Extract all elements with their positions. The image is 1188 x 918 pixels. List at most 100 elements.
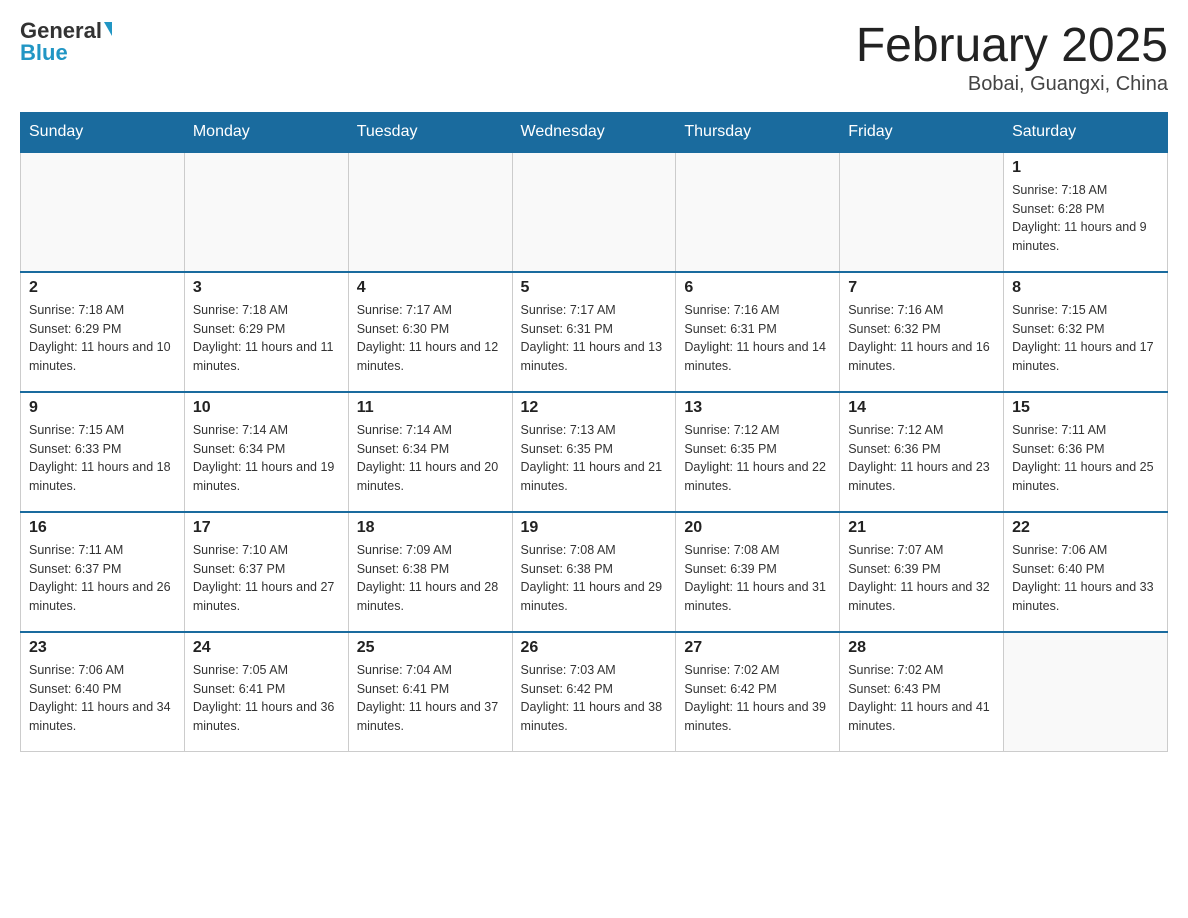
day-number: 8 [1012, 279, 1159, 297]
day-number: 14 [848, 399, 995, 417]
day-info: Sunrise: 7:04 AMSunset: 6:41 PMDaylight:… [357, 661, 504, 736]
calendar-cell: 6Sunrise: 7:16 AMSunset: 6:31 PMDaylight… [676, 272, 840, 392]
day-info: Sunrise: 7:10 AMSunset: 6:37 PMDaylight:… [193, 541, 340, 616]
day-of-week-header: Sunday [21, 112, 185, 152]
calendar-cell: 10 Sunrise: 7:14 AMSunset: 6:34 PMDayligh… [184, 392, 348, 512]
day-info: Sunrise: 7:06 AMSunset: 6:40 PMDaylight:… [1012, 541, 1159, 616]
calendar-cell: 22 Sunrise: 7:06 AMSunset: 6:40 PMDayligh… [1004, 512, 1168, 632]
week-row: 1 Sunrise: 7:18 AMSunset: 6:28 PMDaylight… [21, 152, 1168, 272]
calendar-cell: 2 Sunrise: 7:18 AMSunset: 6:29 PMDaylight… [21, 272, 185, 392]
calendar-cell: 28 Sunrise: 7:02 AMSunset: 6:43 PMDayligh… [840, 632, 1004, 752]
calendar-cell: 26 Sunrise: 7:03 AMSunset: 6:42 PMDayligh… [512, 632, 676, 752]
day-number: 18 [357, 519, 504, 537]
calendar-cell: 9 Sunrise: 7:15 AMSunset: 6:33 PMDaylight… [21, 392, 185, 512]
day-info: Sunrise: 7:09 AMSunset: 6:38 PMDaylight:… [357, 541, 504, 616]
day-number: 4 [357, 279, 504, 297]
day-of-week-header: Saturday [1004, 112, 1168, 152]
day-number: 2 [29, 279, 176, 297]
day-info: Sunrise: 7:07 AMSunset: 6:39 PMDaylight:… [848, 541, 995, 616]
day-info: Sunrise: 7:14 AMSunset: 6:34 PMDaylight:… [193, 421, 340, 496]
day-number: 28 [848, 639, 995, 657]
day-info: Sunrise: 7:12 AMSunset: 6:36 PMDaylight:… [848, 421, 995, 496]
day-number: 19 [521, 519, 668, 537]
calendar-cell: 1 Sunrise: 7:18 AMSunset: 6:28 PMDaylight… [1004, 152, 1168, 272]
day-info: Sunrise: 7:02 AMSunset: 6:43 PMDaylight:… [848, 661, 995, 736]
day-info: Sunrise: 7:03 AMSunset: 6:42 PMDaylight:… [521, 661, 668, 736]
day-of-week-header: Tuesday [348, 112, 512, 152]
day-info: Sunrise: 7:14 AMSunset: 6:34 PMDaylight:… [357, 421, 504, 496]
page-header: General Blue February 2025 Bobai, Guangx… [20, 20, 1168, 96]
day-number: 22 [1012, 519, 1159, 537]
day-number: 5 [521, 279, 668, 297]
day-info: Sunrise: 7:11 AMSunset: 6:37 PMDaylight:… [29, 541, 176, 616]
week-row: 9 Sunrise: 7:15 AMSunset: 6:33 PMDaylight… [21, 392, 1168, 512]
calendar-cell [184, 152, 348, 272]
day-number: 9 [29, 399, 176, 417]
day-info: Sunrise: 7:02 AMSunset: 6:42 PMDaylight:… [684, 661, 831, 736]
day-info: Sunrise: 7:16 AMSunset: 6:31 PMDaylight:… [684, 301, 831, 376]
month-title: February 2025 [856, 20, 1168, 73]
calendar-cell: 25 Sunrise: 7:04 AMSunset: 6:41 PMDayligh… [348, 632, 512, 752]
calendar-cell: 3 Sunrise: 7:18 AMSunset: 6:29 PMDaylight… [184, 272, 348, 392]
calendar-cell [676, 152, 840, 272]
calendar-cell: 12 Sunrise: 7:13 AMSunset: 6:35 PMDayligh… [512, 392, 676, 512]
logo: General Blue [20, 20, 112, 64]
title-block: February 2025 Bobai, Guangxi, China [856, 20, 1168, 96]
day-info: Sunrise: 7:06 AMSunset: 6:40 PMDaylight:… [29, 661, 176, 736]
day-number: 20 [684, 519, 831, 537]
day-number: 25 [357, 639, 504, 657]
day-of-week-header: Thursday [676, 112, 840, 152]
calendar-cell: 8Sunrise: 7:15 AMSunset: 6:32 PMDaylight… [1004, 272, 1168, 392]
calendar-cell: 15Sunrise: 7:11 AMSunset: 6:36 PMDayligh… [1004, 392, 1168, 512]
day-info: Sunrise: 7:05 AMSunset: 6:41 PMDaylight:… [193, 661, 340, 736]
calendar-cell [348, 152, 512, 272]
day-info: Sunrise: 7:18 AMSunset: 6:29 PMDaylight:… [29, 301, 176, 376]
day-info: Sunrise: 7:18 AMSunset: 6:29 PMDaylight:… [193, 301, 340, 376]
day-number: 1 [1012, 159, 1159, 177]
day-info: Sunrise: 7:08 AMSunset: 6:39 PMDaylight:… [684, 541, 831, 616]
day-number: 10 [193, 399, 340, 417]
logo-blue-text: Blue [20, 42, 68, 64]
day-info: Sunrise: 7:13 AMSunset: 6:35 PMDaylight:… [521, 421, 668, 496]
day-number: 21 [848, 519, 995, 537]
day-number: 16 [29, 519, 176, 537]
day-info: Sunrise: 7:15 AMSunset: 6:33 PMDaylight:… [29, 421, 176, 496]
calendar-cell: 20 Sunrise: 7:08 AMSunset: 6:39 PMDayligh… [676, 512, 840, 632]
calendar-cell: 24 Sunrise: 7:05 AMSunset: 6:41 PMDayligh… [184, 632, 348, 752]
calendar-cell: 21 Sunrise: 7:07 AMSunset: 6:39 PMDayligh… [840, 512, 1004, 632]
calendar-cell: 19 Sunrise: 7:08 AMSunset: 6:38 PMDayligh… [512, 512, 676, 632]
day-number: 12 [521, 399, 668, 417]
day-info: Sunrise: 7:16 AMSunset: 6:32 PMDaylight:… [848, 301, 995, 376]
logo-general-text: General [20, 20, 102, 42]
day-number: 13 [684, 399, 831, 417]
calendar-cell [21, 152, 185, 272]
calendar-cell [1004, 632, 1168, 752]
calendar-cell [840, 152, 1004, 272]
day-number: 23 [29, 639, 176, 657]
day-info: Sunrise: 7:17 AMSunset: 6:31 PMDaylight:… [521, 301, 668, 376]
week-row: 2 Sunrise: 7:18 AMSunset: 6:29 PMDaylight… [21, 272, 1168, 392]
day-number: 26 [521, 639, 668, 657]
calendar-cell: 7 Sunrise: 7:16 AMSunset: 6:32 PMDaylight… [840, 272, 1004, 392]
week-row: 16 Sunrise: 7:11 AMSunset: 6:37 PMDayligh… [21, 512, 1168, 632]
day-info: Sunrise: 7:17 AMSunset: 6:30 PMDaylight:… [357, 301, 504, 376]
location-title: Bobai, Guangxi, China [856, 73, 1168, 96]
day-info: Sunrise: 7:11 AMSunset: 6:36 PMDaylight:… [1012, 421, 1159, 496]
calendar-cell: 4 Sunrise: 7:17 AMSunset: 6:30 PMDaylight… [348, 272, 512, 392]
calendar-cell: 27Sunrise: 7:02 AMSunset: 6:42 PMDayligh… [676, 632, 840, 752]
calendar-cell: 14 Sunrise: 7:12 AMSunset: 6:36 PMDayligh… [840, 392, 1004, 512]
calendar-header-row: SundayMondayTuesdayWednesdayThursdayFrid… [21, 112, 1168, 152]
calendar-cell [512, 152, 676, 272]
day-info: Sunrise: 7:12 AMSunset: 6:35 PMDaylight:… [684, 421, 831, 496]
day-of-week-header: Wednesday [512, 112, 676, 152]
week-row: 23 Sunrise: 7:06 AMSunset: 6:40 PMDayligh… [21, 632, 1168, 752]
calendar-cell: 5 Sunrise: 7:17 AMSunset: 6:31 PMDaylight… [512, 272, 676, 392]
day-number: 7 [848, 279, 995, 297]
day-number: 24 [193, 639, 340, 657]
day-number: 3 [193, 279, 340, 297]
day-info: Sunrise: 7:18 AMSunset: 6:28 PMDaylight:… [1012, 181, 1159, 256]
day-of-week-header: Friday [840, 112, 1004, 152]
day-info: Sunrise: 7:08 AMSunset: 6:38 PMDaylight:… [521, 541, 668, 616]
day-of-week-header: Monday [184, 112, 348, 152]
calendar-cell: 18 Sunrise: 7:09 AMSunset: 6:38 PMDayligh… [348, 512, 512, 632]
